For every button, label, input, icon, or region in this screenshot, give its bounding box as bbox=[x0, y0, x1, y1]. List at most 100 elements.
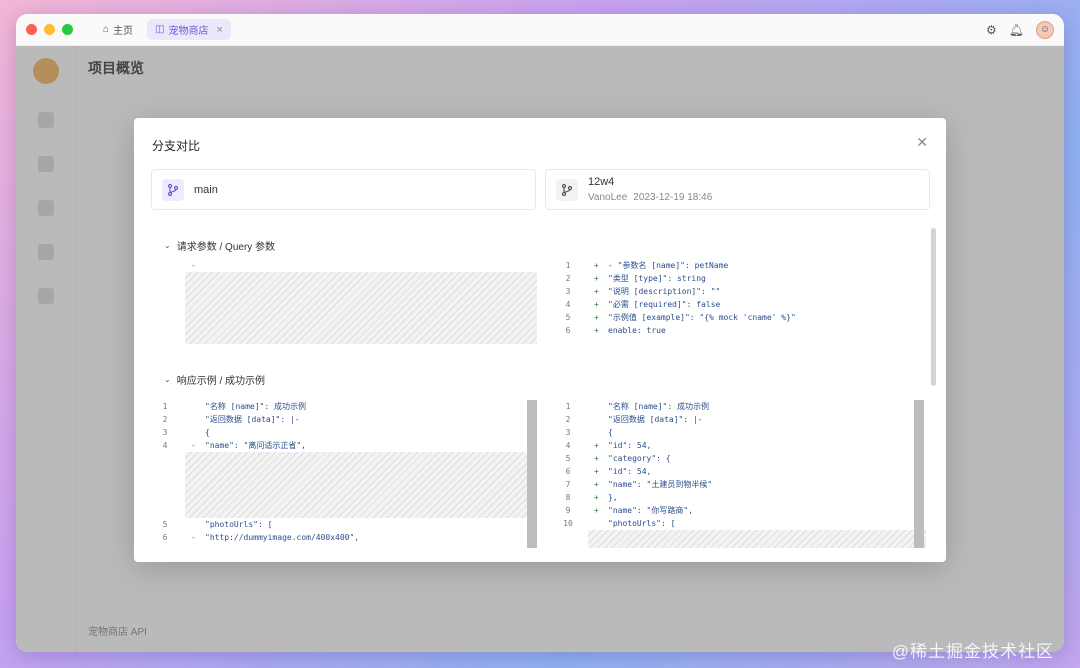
query-diff-right: 1 + - "参数名 [name]": petName 2 + "类型 [type]":… bbox=[554, 259, 926, 337]
project-icon: ◫ bbox=[155, 24, 165, 35]
diff-line: 2 "返回数据 [data]": |- bbox=[554, 413, 926, 426]
right-branch-meta: VanoLee 2023-12-19 18:46 bbox=[588, 192, 712, 203]
dialog-scrollbar[interactable] bbox=[931, 228, 936, 386]
diff-line: 4 + "必需 [required]": false bbox=[554, 298, 926, 311]
diff-line: 1 "名称 [name]": 成功示例 bbox=[554, 400, 926, 413]
line-number: 3 bbox=[565, 287, 571, 296]
branch-icon bbox=[162, 178, 184, 201]
overview-ruler[interactable] bbox=[527, 400, 537, 548]
line-number: 5 bbox=[162, 520, 168, 529]
line-number: 1 bbox=[162, 402, 168, 411]
code-text: "返回数据 [data]": |- bbox=[608, 415, 703, 424]
code-text: "名称 [name]": 成功示例 bbox=[205, 402, 306, 411]
minimize-window-button[interactable] bbox=[44, 24, 55, 35]
line-number: 9 bbox=[565, 506, 571, 515]
code-text: "类型 [type]": string bbox=[608, 274, 706, 283]
diff-line: 1 "名称 [name]": 成功示例 bbox=[151, 400, 537, 413]
diff-line: 4 + "id": 54, bbox=[554, 439, 926, 452]
diff-marker: + bbox=[594, 454, 599, 463]
diff-line: 2 "返回数据 [data]": |- bbox=[151, 413, 537, 426]
empty-hatch bbox=[588, 530, 926, 548]
right-branch-name: 12w4 bbox=[588, 176, 615, 188]
settings-icon[interactable]: ⚙ bbox=[986, 23, 997, 37]
diff-line: 5 + "示例值 [example]": "{% mock 'cname' %}" bbox=[554, 311, 926, 324]
line-number: 5 bbox=[565, 454, 571, 463]
section-title: 请求参数 / Query 参数 bbox=[176, 242, 276, 253]
diff-line: - bbox=[151, 259, 537, 272]
close-window-button[interactable] bbox=[26, 24, 37, 35]
code-text: "category": { bbox=[608, 454, 671, 463]
chevron-down-icon: ⌄ bbox=[164, 241, 171, 250]
diff-marker: + bbox=[594, 480, 599, 489]
line-number: 4 bbox=[565, 441, 571, 450]
tab-home[interactable]: ⌂ 主页 bbox=[95, 19, 141, 40]
dialog-title: 分支对比 bbox=[152, 139, 201, 153]
window-controls bbox=[26, 24, 73, 35]
line-number: 3 bbox=[162, 428, 168, 437]
diff-marker: + bbox=[594, 300, 599, 309]
code-text: "名称 [name]": 成功示例 bbox=[608, 402, 709, 411]
branch-datetime: 2023-12-19 18:46 bbox=[633, 192, 713, 203]
watermark: @稀土掘金技术社区 bbox=[891, 642, 1054, 661]
app-window: ⌂ 主页 ◫ 宠物商店 × ⚙ 🔔︎ ☺ 项目概览 宠物商店 API 分支对比 … bbox=[16, 14, 1064, 652]
code-text: "name": "离问适示正省", bbox=[205, 441, 306, 450]
line-number: 1 bbox=[565, 402, 571, 411]
diff-marker: + bbox=[594, 274, 599, 283]
branch-compare-dialog: 分支对比 ✕ main 12w4 VanoLee 2023-12-19 18:46… bbox=[134, 118, 946, 562]
titlebar: ⌂ 主页 ◫ 宠物商店 × ⚙ 🔔︎ ☺ bbox=[16, 14, 1064, 46]
diff-marker: + bbox=[594, 287, 599, 296]
response-diff-left: 1 "名称 [name]": 成功示例 2 "返回数据 [data]": |- 3 {4… bbox=[151, 400, 537, 548]
close-icon[interactable]: ✕ bbox=[916, 134, 928, 151]
diff-marker: - bbox=[191, 441, 196, 450]
diff-line: 5 + "category": { bbox=[554, 452, 926, 465]
diff-marker: - bbox=[191, 533, 196, 542]
diff-line: 10 "photoUrls": [ bbox=[554, 517, 926, 530]
diff-line: 4 - "name": "离问适示正省", bbox=[151, 439, 537, 452]
line-number: 5 bbox=[565, 313, 571, 322]
line-number: 10 bbox=[563, 519, 573, 528]
diff-marker: + bbox=[594, 326, 599, 335]
response-diff-right: 1 "名称 [name]": 成功示例 2 "返回数据 [data]": |- 3 {4… bbox=[554, 400, 926, 548]
avatar[interactable]: ☺ bbox=[1036, 20, 1054, 39]
code-text: "示例值 [example]": "{% mock 'cname' %}" bbox=[608, 313, 796, 322]
diff-marker: + bbox=[594, 467, 599, 476]
diff-line: 6 + enable: true bbox=[554, 324, 926, 337]
maximize-window-button[interactable] bbox=[62, 24, 73, 35]
diff-line: 5 "photoUrls": [ bbox=[151, 518, 537, 531]
diff-line: 7 + "name": "土建员到物半候" bbox=[554, 478, 926, 491]
line-number: 4 bbox=[565, 300, 571, 309]
right-branch-card[interactable]: 12w4 VanoLee 2023-12-19 18:46 bbox=[545, 169, 930, 210]
tab-pet-store[interactable]: ◫ 宠物商店 × bbox=[147, 19, 231, 40]
left-branch-name: main bbox=[194, 183, 218, 196]
section-title: 响应示例 / 成功示例 bbox=[176, 376, 266, 387]
code-text: - "参数名 [name]": petName bbox=[608, 261, 729, 270]
close-tab-icon[interactable]: × bbox=[217, 24, 223, 36]
code-text: "id": 54, bbox=[608, 441, 652, 450]
diff-marker: + bbox=[594, 261, 599, 270]
overview-ruler[interactable] bbox=[914, 400, 924, 548]
section-response-example[interactable]: ⌄ 响应示例 / 成功示例 bbox=[164, 372, 265, 387]
code-text: enable: true bbox=[608, 326, 666, 335]
code-text: "返回数据 [data]": |- bbox=[205, 415, 300, 424]
section-query-params[interactable]: ⌄ 请求参数 / Query 参数 bbox=[164, 238, 275, 253]
code-text: "photoUrls": [ bbox=[608, 519, 676, 528]
empty-hatch bbox=[185, 272, 537, 344]
code-text: { bbox=[205, 428, 210, 437]
branch-author: VanoLee bbox=[588, 192, 628, 203]
code-text: "http://dummyimage.com/400x400", bbox=[205, 533, 360, 542]
diff-marker: + bbox=[594, 506, 599, 515]
left-branch-card[interactable]: main bbox=[151, 169, 536, 210]
code-text: "说明 [description]": "" bbox=[608, 287, 721, 296]
line-number: 3 bbox=[565, 428, 571, 437]
code-text: "必需 [required]": false bbox=[608, 300, 721, 309]
home-icon: ⌂ bbox=[103, 24, 110, 35]
line-number: 6 bbox=[162, 533, 168, 542]
diff-line: 3 + "说明 [description]": "" bbox=[554, 285, 926, 298]
code-text: { bbox=[608, 428, 613, 437]
bell-icon[interactable]: 🔔︎ bbox=[1009, 23, 1024, 37]
line-number: 6 bbox=[565, 467, 571, 476]
code-text: "name": "土建员到物半候" bbox=[608, 480, 713, 489]
diff-line: 6 - "http://dummyimage.com/400x400", bbox=[151, 531, 537, 544]
line-number: 2 bbox=[565, 415, 571, 424]
code-text: "name": "你写路商", bbox=[608, 506, 693, 515]
